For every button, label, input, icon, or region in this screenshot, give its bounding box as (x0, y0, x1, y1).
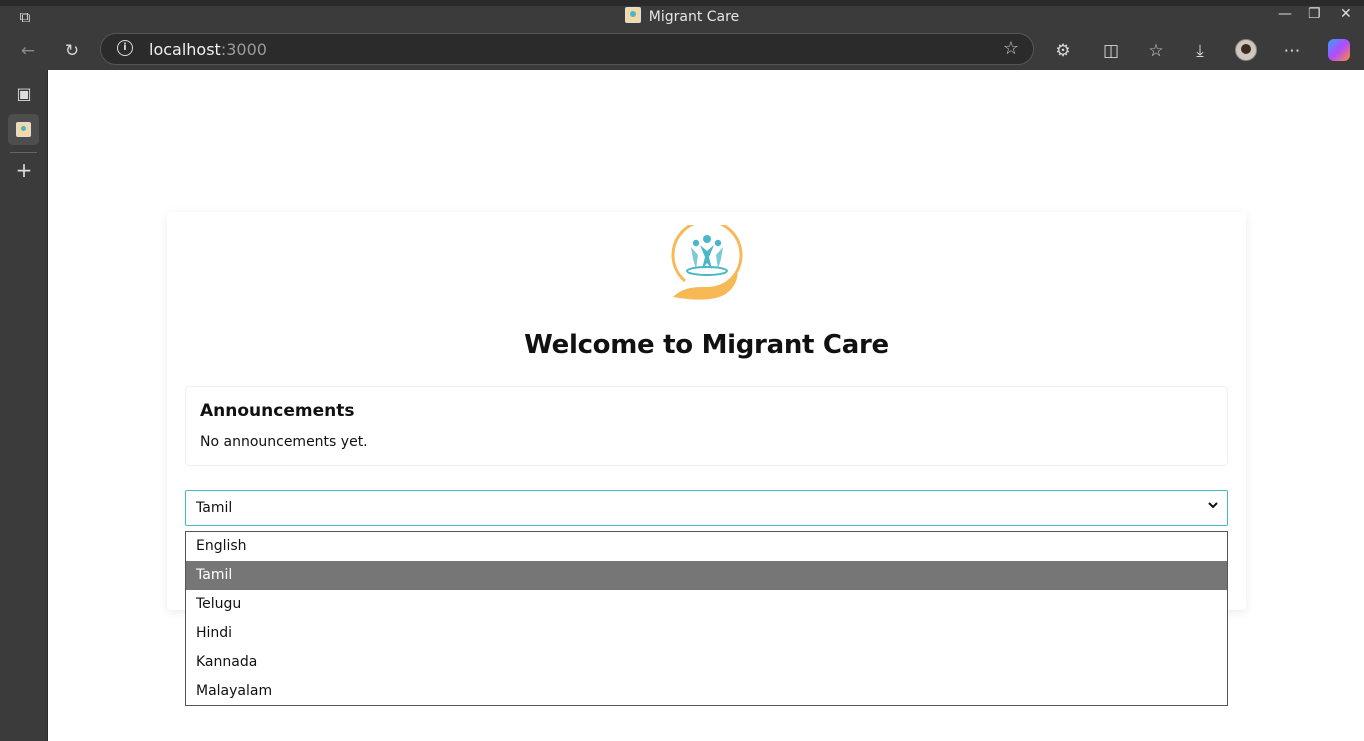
refresh-icon[interactable]: ↻ (61, 40, 83, 62)
page-title: Welcome to Migrant Care (524, 330, 889, 360)
language-option[interactable]: Malayalam (186, 677, 1227, 706)
address-bar[interactable]: i localhost:3000 ☆ (100, 33, 1034, 65)
split-screen-icon[interactable]: ◫ (1100, 40, 1122, 62)
chevron-down-icon (1207, 499, 1219, 514)
page-viewport: Welcome to Migrant Care Announcements No… (48, 70, 1364, 741)
favicon-icon (624, 7, 641, 23)
language-select[interactable]: Tamil (185, 490, 1228, 526)
announcements-panel: Announcements No announcements yet. (185, 386, 1228, 466)
profile-avatar[interactable] (1235, 39, 1257, 61)
extensions-icon[interactable]: ⚙ (1052, 40, 1074, 62)
migrant-care-logo (671, 225, 743, 300)
copilot-icon[interactable] (1328, 39, 1350, 61)
minimize-icon[interactable]: — (1278, 6, 1292, 22)
language-dropdown: English Tamil Telugu Hindi Kannada Malay… (185, 531, 1228, 706)
language-select-value: Tamil (196, 500, 233, 516)
url-text: localhost:3000 (149, 40, 267, 59)
back-icon[interactable]: ← (17, 40, 39, 62)
announcements-heading: Announcements (200, 401, 355, 421)
restore-icon[interactable]: ❐ (1308, 6, 1321, 22)
titlebar-edge (0, 0, 1364, 6)
tab-favicon-icon (16, 122, 31, 137)
favorite-star-icon[interactable]: ☆ (1003, 38, 1019, 59)
url-port: :3000 (220, 40, 267, 59)
language-option[interactable]: Kannada (186, 648, 1227, 677)
window-title: Migrant Care (0, 7, 1364, 25)
url-host: localhost (149, 40, 221, 59)
favorites-icon[interactable]: ☆ (1145, 40, 1167, 62)
vertical-tabs-sidebar: ▣ + (0, 70, 48, 741)
language-option[interactable]: Hindi (186, 619, 1227, 648)
window-title-text: Migrant Care (648, 9, 740, 25)
language-option[interactable]: English (186, 532, 1227, 561)
downloads-icon[interactable]: ⤓ (1189, 40, 1211, 62)
tab-actions-icon[interactable]: ▣ (12, 82, 36, 106)
browser-toolbar: ← ↻ i localhost:3000 ☆ ⚙ ◫ ☆ ⤓ ⋯ (0, 32, 1364, 70)
announcements-empty-text: No announcements yet. (200, 434, 368, 450)
site-info-icon[interactable]: i (117, 40, 133, 56)
language-option[interactable]: Tamil (186, 561, 1227, 590)
browser-titlebar: ⧉ Migrant Care — ❐ ✕ (0, 0, 1364, 32)
more-menu-icon[interactable]: ⋯ (1281, 40, 1303, 62)
language-option[interactable]: Telugu (186, 590, 1227, 619)
sidebar-divider (10, 152, 37, 153)
new-tab-icon[interactable]: + (12, 158, 36, 182)
close-icon[interactable]: ✕ (1340, 6, 1352, 22)
